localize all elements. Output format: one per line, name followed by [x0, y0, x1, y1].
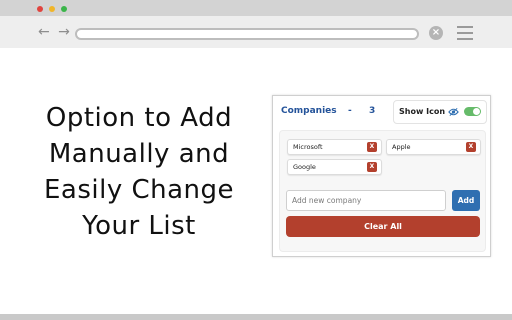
remove-company-button[interactable]: X [466, 142, 476, 152]
popup-title: Companies [281, 106, 337, 116]
bottom-bar [0, 314, 512, 320]
popup-header: Companies - 3 Show Icon [273, 96, 490, 126]
show-icon-label: Show Icon [399, 107, 446, 116]
show-icon-control: Show Icon [393, 100, 487, 124]
back-forward-icons[interactable]: ← → [38, 24, 72, 40]
company-name: Google [293, 163, 316, 171]
browser-toolbar: ← → × [0, 16, 512, 48]
headline-line: Easily Change [43, 175, 235, 205]
window-maximize-dot[interactable] [61, 6, 67, 12]
company-chip: Google X [287, 159, 382, 175]
close-icon[interactable]: × [429, 26, 443, 40]
company-name: Microsoft [293, 143, 323, 151]
hamburger-menu-icon[interactable] [457, 26, 473, 40]
browser-titlebar [0, 0, 512, 16]
company-chip: Apple X [386, 139, 481, 155]
headline-line: Manually and [48, 139, 230, 169]
toggle-knob [473, 108, 480, 115]
remove-company-button[interactable]: X [367, 162, 377, 172]
extension-popup: Companies - 3 Show Icon Microsoft X Appl… [272, 95, 491, 257]
company-panel: Microsoft X Apple X Google X Add new com… [279, 130, 486, 252]
headline-line: Option to Add [45, 103, 233, 133]
title-separator: - [348, 106, 352, 116]
add-company-input[interactable]: Add new company [286, 190, 446, 211]
eye-icon [448, 108, 459, 116]
address-bar[interactable] [75, 28, 419, 40]
company-count: 3 [369, 106, 376, 116]
promo-headline: Option to Add Manually and Easily Change… [20, 100, 258, 244]
window-minimize-dot[interactable] [49, 6, 55, 12]
company-chip: Microsoft X [287, 139, 382, 155]
add-button[interactable]: Add [452, 190, 480, 211]
window-close-dot[interactable] [37, 6, 43, 12]
headline-line: Your List [82, 211, 196, 241]
remove-company-button[interactable]: X [367, 142, 377, 152]
clear-all-button[interactable]: Clear All [286, 216, 480, 237]
add-company-placeholder: Add new company [292, 196, 362, 205]
show-icon-toggle[interactable] [464, 107, 481, 116]
company-name: Apple [392, 143, 411, 151]
